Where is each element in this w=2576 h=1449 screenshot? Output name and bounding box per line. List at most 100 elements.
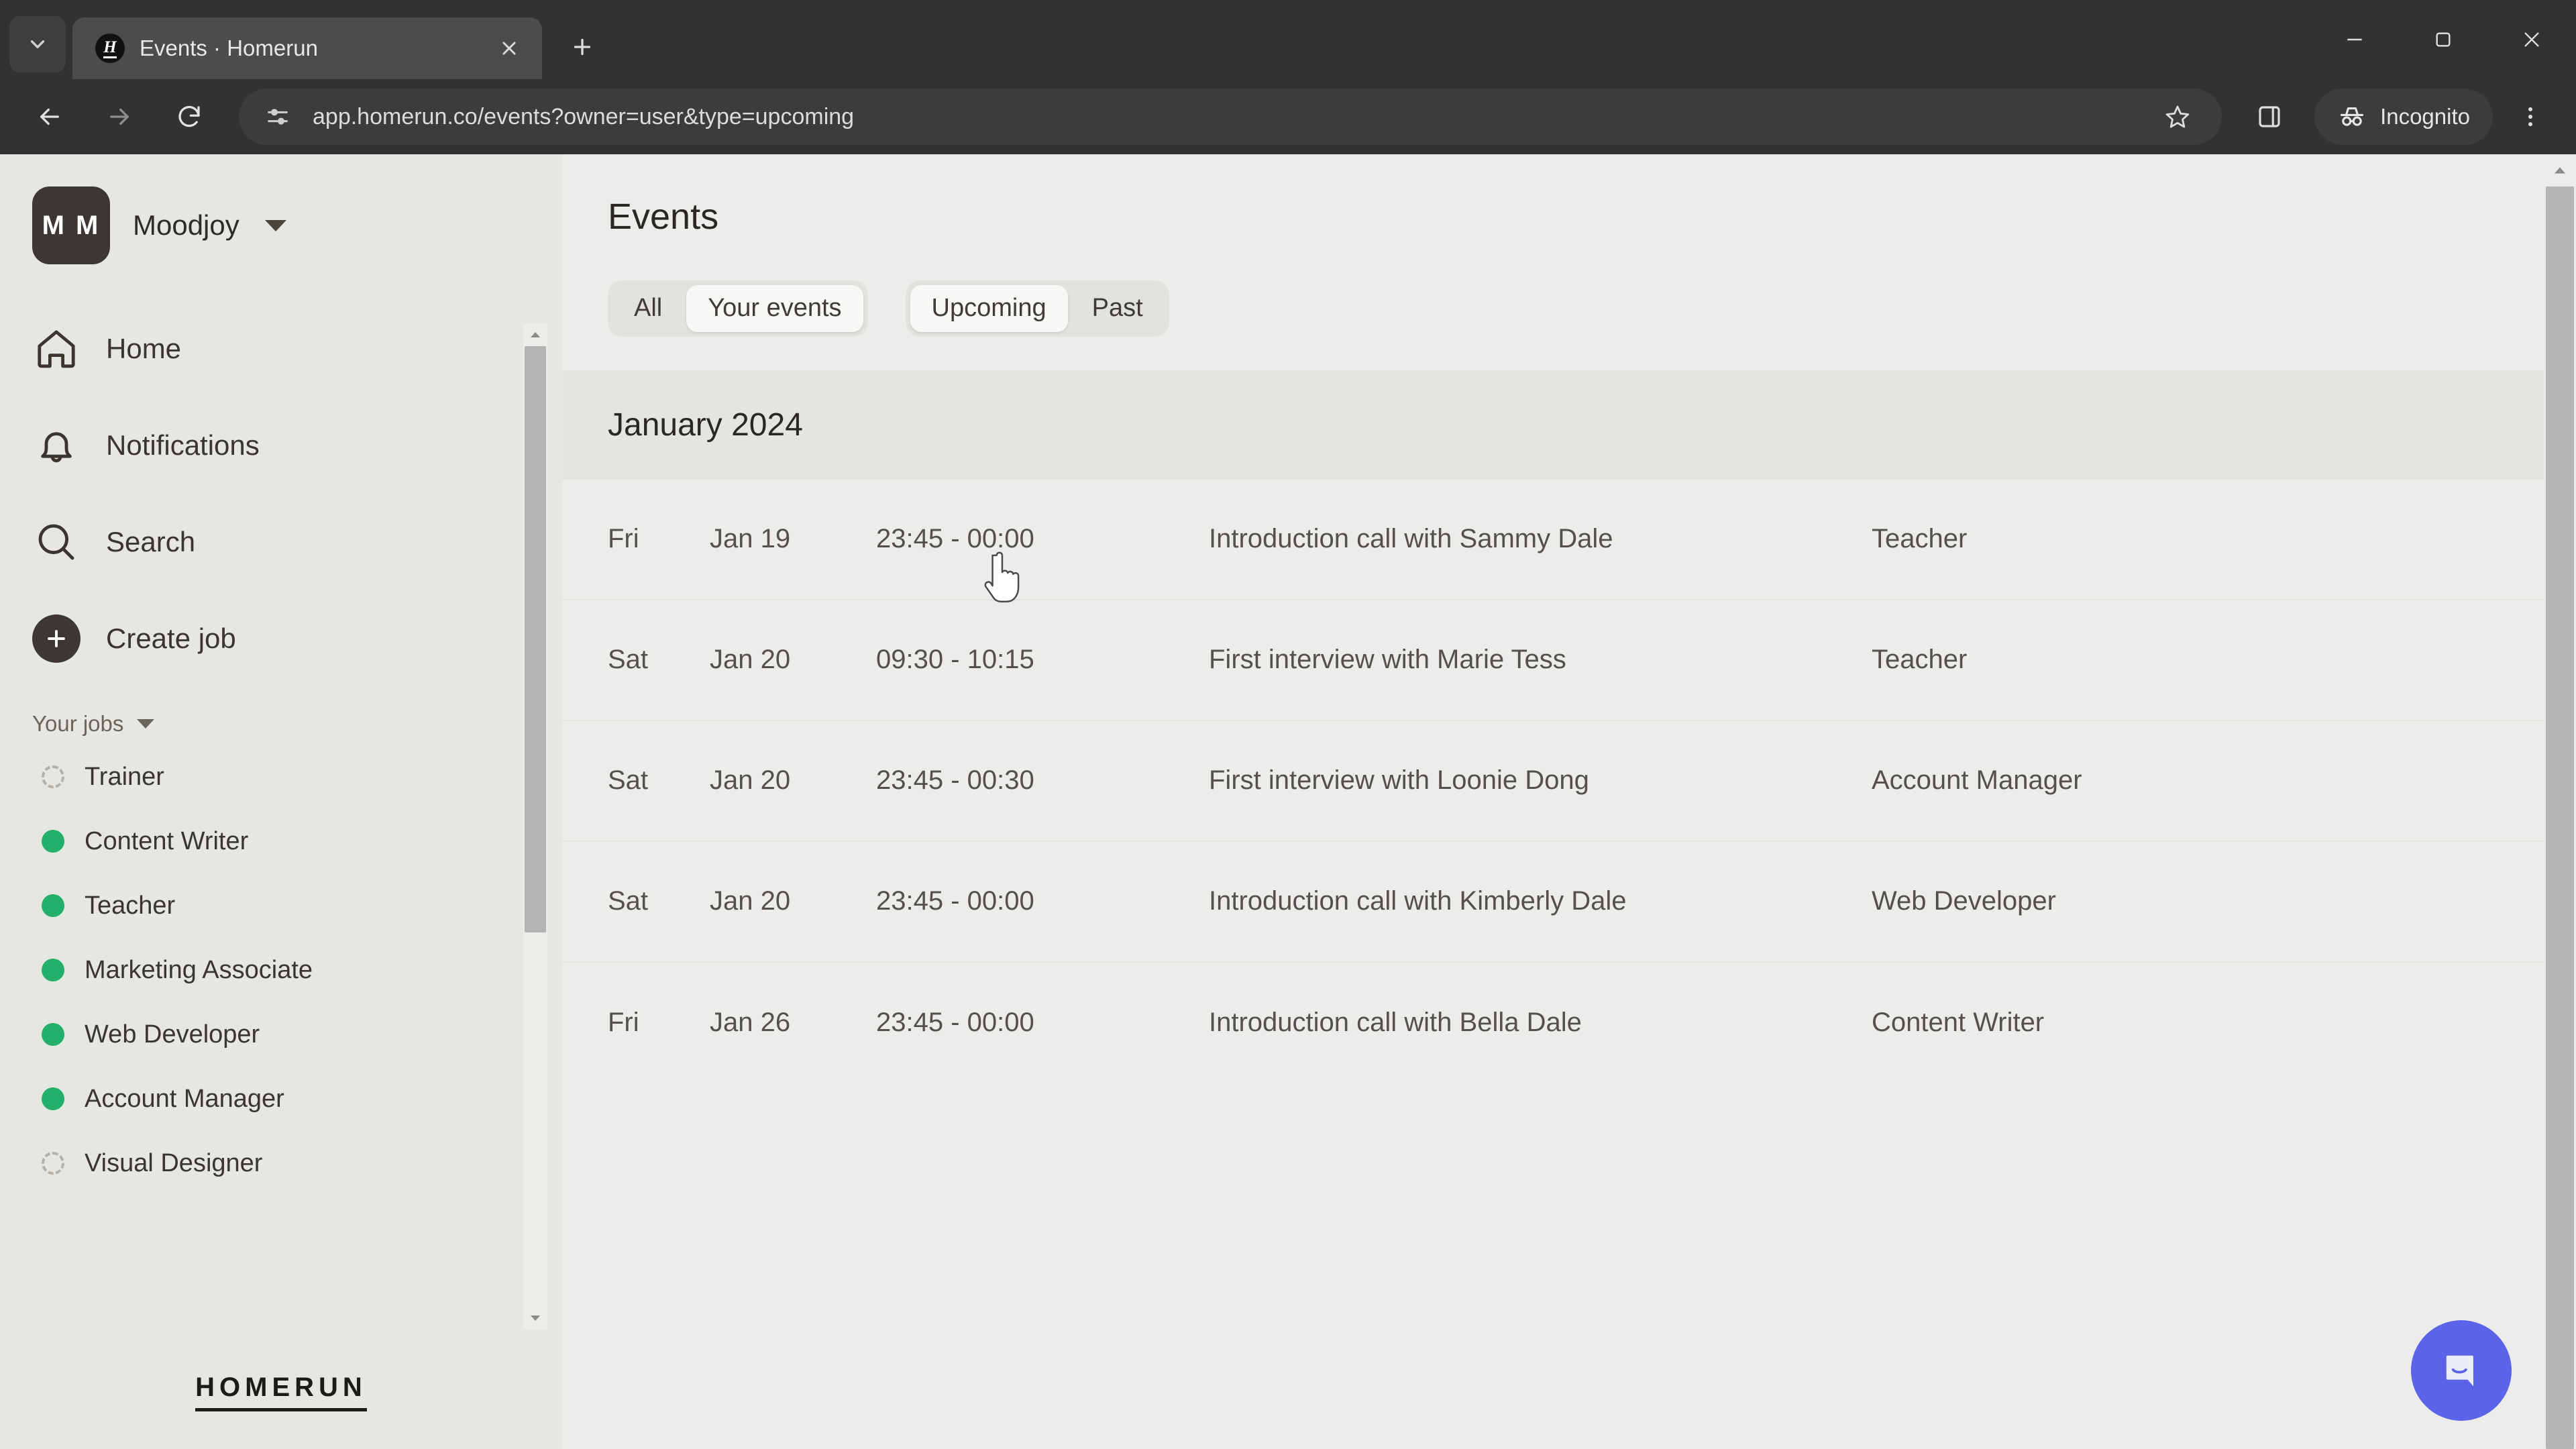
filter-upcoming[interactable]: Upcoming <box>910 285 1068 332</box>
org-name: Moodjoy <box>133 209 239 241</box>
event-job: Teacher <box>1872 524 1968 554</box>
maximize-button[interactable] <box>2399 0 2487 79</box>
event-date: Jan 20 <box>710 886 791 916</box>
list-item[interactable]: Teacher <box>32 873 562 938</box>
bookmark-button[interactable] <box>2153 93 2202 141</box>
chevron-down-icon <box>137 719 155 729</box>
incognito-icon <box>2340 107 2364 126</box>
scroll-up-arrow-icon[interactable] <box>2544 154 2576 186</box>
site-settings-button[interactable] <box>262 101 294 133</box>
avatar: M M <box>32 186 110 264</box>
table-row[interactable]: Sat Jan 20 09:30 - 10:15 First interview… <box>562 600 2576 721</box>
event-title: Introduction call with Bella Dale <box>1209 1008 1582 1038</box>
job-list: Trainer Content Writer Teacher Marketing… <box>32 745 562 1195</box>
status-dot-active <box>42 830 64 853</box>
table-row[interactable]: Fri Jan 19 23:45 - 00:00 Introduction ca… <box>562 480 2576 600</box>
back-arrow-icon <box>40 108 59 125</box>
maximize-icon <box>2436 32 2451 47</box>
minimize-icon <box>2347 38 2362 41</box>
minimize-button[interactable] <box>2310 0 2399 79</box>
table-row[interactable]: Sat Jan 20 23:45 - 00:00 Introduction ca… <box>562 842 2576 963</box>
page-viewport: M M Moodjoy Home Notifications Search Cr… <box>0 154 2576 1449</box>
events-table: Fri Jan 19 23:45 - 00:00 Introduction ca… <box>562 480 2576 1083</box>
scroll-down-arrow-icon[interactable] <box>523 1307 547 1330</box>
status-dot-active <box>42 1087 64 1110</box>
forward-button[interactable] <box>87 85 152 149</box>
list-item[interactable]: Content Writer <box>32 809 562 873</box>
event-date: Jan 20 <box>710 765 791 796</box>
event-job: Content Writer <box>1872 1008 2045 1038</box>
favicon-homerun: H <box>95 34 125 63</box>
close-icon <box>2524 32 2539 47</box>
event-title: First interview with Marie Tess <box>1209 645 1566 675</box>
homerun-wordmark: HOMERUN <box>195 1373 367 1402</box>
sidebar-item-notifications[interactable]: Notifications <box>32 397 562 494</box>
your-jobs-toggle[interactable]: Your jobs <box>32 711 562 737</box>
address-bar[interactable]: app.homerun.co/events?owner=user&type=up… <box>239 89 2222 145</box>
three-dot-menu-icon <box>2528 107 2533 127</box>
list-item[interactable]: Trainer <box>32 745 562 809</box>
url-text: app.homerun.co/events?owner=user&type=up… <box>313 103 855 129</box>
browser-window: H Events · Homerun app.homerun.co/events… <box>0 0 2576 1449</box>
list-item[interactable]: Visual Designer <box>32 1131 562 1195</box>
window-controls <box>2310 0 2576 79</box>
browser-menu-button[interactable] <box>2502 89 2559 145</box>
job-label: Teacher <box>85 891 176 920</box>
browser-toolbar: app.homerun.co/events?owner=user&type=up… <box>0 79 2576 154</box>
page-scrollbar[interactable] <box>2544 154 2576 1449</box>
sidebar-item-home[interactable]: Home <box>32 301 562 397</box>
scrollbar-thumb[interactable] <box>2546 186 2574 1449</box>
scrollbar-thumb[interactable] <box>525 346 546 932</box>
list-item[interactable]: Marketing Associate <box>32 938 562 1002</box>
event-time: 09:30 - 10:15 <box>876 645 1034 675</box>
event-day: Fri <box>608 524 639 554</box>
scrollbar-track[interactable] <box>2544 186 2576 1449</box>
page-title: Events <box>608 197 719 237</box>
side-panel-button[interactable] <box>2239 87 2300 147</box>
filter-your-events[interactable]: Your events <box>686 285 863 332</box>
list-item[interactable]: Web Developer <box>32 1002 562 1067</box>
status-dot-active <box>42 894 64 917</box>
sidebar-item-label: Notifications <box>106 429 260 461</box>
owner-filter-group: All Your events <box>608 280 868 337</box>
event-day: Sat <box>608 765 649 796</box>
scroll-up-arrow-icon[interactable] <box>523 323 547 346</box>
chat-bubble-icon <box>2446 1355 2473 1387</box>
event-date: Jan 20 <box>710 645 791 675</box>
chevron-down-icon <box>30 40 45 48</box>
sidebar-footer: HOMERUN <box>0 1335 562 1449</box>
sidebar-scrollbar[interactable] <box>523 323 547 1330</box>
time-filter-group: Upcoming Past <box>905 280 1169 337</box>
table-row[interactable]: Sat Jan 20 23:45 - 00:30 First interview… <box>562 721 2576 842</box>
job-label: Account Manager <box>85 1084 284 1113</box>
tab-search-button[interactable] <box>9 16 66 72</box>
job-label: Marketing Associate <box>85 955 313 984</box>
scrollbar-track[interactable] <box>523 346 547 1307</box>
bell-icon <box>32 421 80 470</box>
job-label: Visual Designer <box>85 1148 263 1177</box>
incognito-label: Incognito <box>2380 104 2470 129</box>
job-label: Trainer <box>85 762 164 791</box>
status-dot-active <box>42 1023 64 1046</box>
sidebar-item-create-job[interactable]: Create job <box>32 590 562 687</box>
filter-all[interactable]: All <box>612 285 684 332</box>
filter-past[interactable]: Past <box>1071 285 1165 332</box>
event-job: Teacher <box>1872 645 1968 675</box>
star-icon <box>2165 105 2190 128</box>
incognito-indicator[interactable]: Incognito <box>2314 89 2493 145</box>
chevron-down-icon <box>264 219 286 231</box>
browser-tab[interactable]: H Events · Homerun <box>72 17 542 79</box>
chat-launcher-button[interactable] <box>2411 1320 2512 1421</box>
close-window-button[interactable] <box>2487 0 2576 79</box>
status-dot-active <box>42 959 64 981</box>
back-button[interactable] <box>17 85 82 149</box>
table-row[interactable]: Fri Jan 26 23:45 - 00:00 Introduction ca… <box>562 963 2576 1083</box>
reload-button[interactable] <box>157 85 221 149</box>
sidebar-item-search[interactable]: Search <box>32 494 562 590</box>
list-item[interactable]: Account Manager <box>32 1067 562 1131</box>
event-day: Fri <box>608 1008 639 1038</box>
your-jobs-label: Your jobs <box>32 711 124 736</box>
tab-close-button[interactable] <box>491 30 527 66</box>
org-switcher[interactable]: M M Moodjoy <box>0 154 562 291</box>
new-tab-button[interactable] <box>558 23 606 71</box>
